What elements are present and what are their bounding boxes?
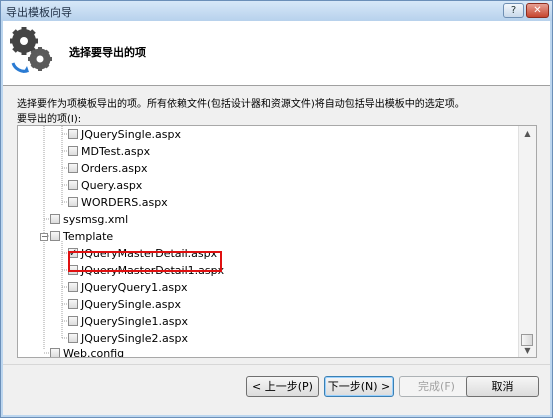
tree-item-label: sysmsg.xml bbox=[63, 213, 129, 226]
items-tree[interactable]: JQuerySingle.aspx MDTest.aspx Orders.asp… bbox=[17, 125, 537, 358]
previous-button[interactable]: < 上一步(P) bbox=[246, 376, 319, 397]
checkbox[interactable] bbox=[50, 231, 60, 241]
tree-item-label: Web.config bbox=[63, 347, 125, 358]
footer-divider bbox=[3, 364, 550, 365]
page-title: 选择要导出的项 bbox=[69, 46, 146, 59]
checkbox[interactable] bbox=[68, 197, 78, 207]
checkbox[interactable] bbox=[68, 146, 78, 156]
tree-item-label: JQuerySingle.aspx bbox=[81, 298, 181, 311]
tree-item-label: WORDERS.aspx bbox=[81, 196, 168, 209]
wizard-content: 选择要导出的项 选择要作为项模板导出的项。所有依赖文件(包括设计器和资源文件)将… bbox=[3, 21, 550, 415]
checkbox[interactable] bbox=[68, 282, 78, 292]
window-title: 导出模板向导 bbox=[6, 6, 72, 19]
close-button[interactable]: ✕ bbox=[526, 3, 549, 18]
tree-item-label: Query.aspx bbox=[81, 179, 143, 192]
cancel-button[interactable]: 取消 bbox=[466, 376, 539, 397]
checkbox[interactable] bbox=[50, 348, 60, 357]
title-bar: 导出模板向导 ? ✕ bbox=[1, 1, 552, 21]
collapse-icon[interactable]: − bbox=[40, 233, 48, 241]
checkbox[interactable] bbox=[68, 299, 78, 309]
tree-item-label: MDTest.aspx bbox=[81, 145, 151, 158]
tree-item-label: JQuerySingle.aspx bbox=[81, 128, 181, 141]
vertical-scrollbar[interactable]: ▲ ▼ bbox=[518, 126, 536, 357]
gears-icon bbox=[10, 27, 52, 73]
checkbox[interactable] bbox=[68, 316, 78, 326]
wizard-header: 选择要导出的项 bbox=[3, 21, 550, 86]
checkbox[interactable] bbox=[50, 214, 60, 224]
highlight-box bbox=[68, 251, 222, 272]
finish-button[interactable]: 完成(F) bbox=[399, 376, 474, 397]
description-text: 选择要作为项模板导出的项。所有依赖文件(包括设计器和资源文件)将自动包括导出模板… bbox=[17, 99, 465, 110]
help-button[interactable]: ? bbox=[503, 3, 524, 18]
next-button[interactable]: 下一步(N) > bbox=[324, 376, 394, 397]
tree-item-label: Orders.aspx bbox=[81, 162, 148, 175]
checkbox[interactable] bbox=[68, 163, 78, 173]
tree-item-label: Template bbox=[63, 230, 114, 243]
checkbox[interactable] bbox=[68, 333, 78, 343]
tree-item-label: JQueryQuery1.aspx bbox=[81, 281, 188, 294]
export-template-wizard-window: 导出模板向导 ? ✕ 选择要导出的项 选择要作为项模板导出的项。所有依赖文件(包… bbox=[0, 0, 553, 418]
checkbox[interactable] bbox=[68, 180, 78, 190]
checkbox[interactable] bbox=[68, 129, 78, 139]
tree-item-label: JQuerySingle1.aspx bbox=[81, 315, 188, 328]
scroll-down-icon[interactable]: ▼ bbox=[522, 345, 533, 356]
items-label: 要导出的项(I): bbox=[17, 114, 82, 125]
scroll-up-icon[interactable]: ▲ bbox=[522, 128, 533, 139]
